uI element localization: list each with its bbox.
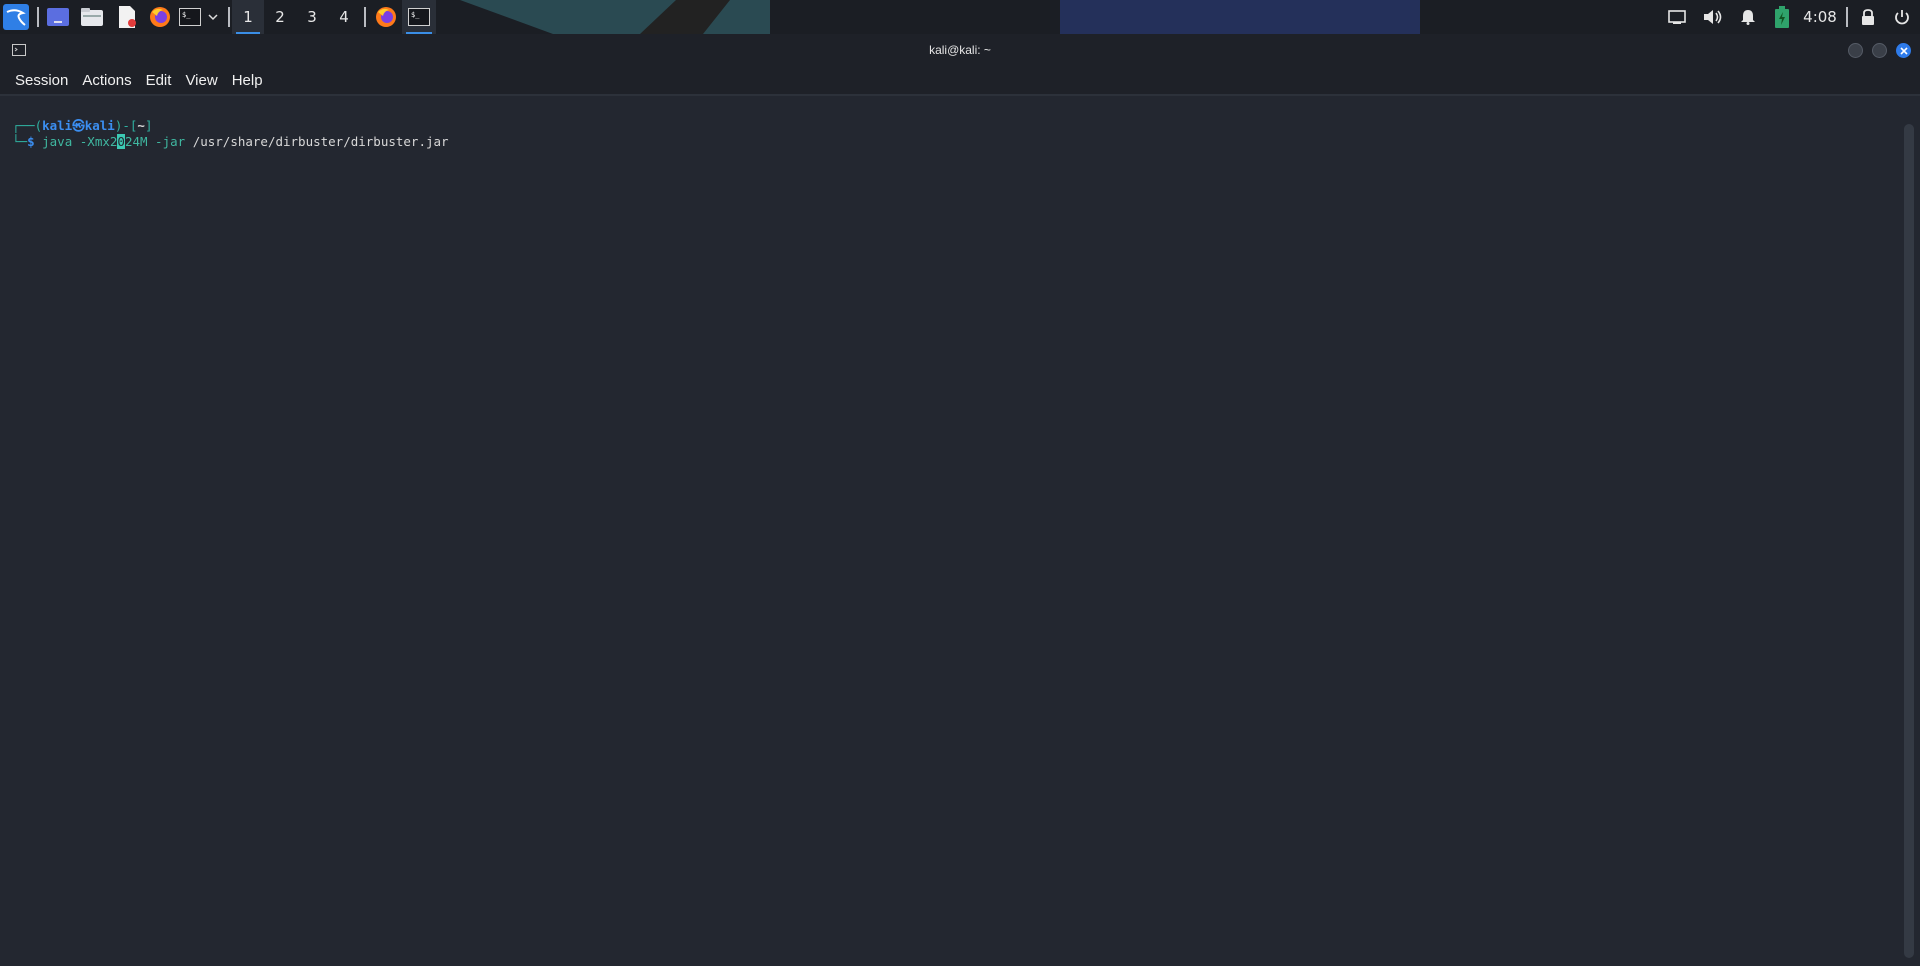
command-dollar: $ [27, 134, 35, 149]
prompt-dir: ~ [137, 118, 145, 133]
minimize-button[interactable] [1848, 43, 1863, 58]
menu-edit[interactable]: Edit [139, 72, 179, 89]
terminal-output[interactable]: ┌──(kali㉿kali)-[~] └─$ java -Xmx2024M -j… [0, 96, 1896, 966]
command-path: /usr/share/dirbuster/dirbuster.jar [192, 134, 449, 149]
firefox-icon [376, 7, 396, 27]
menu-view[interactable]: View [178, 72, 224, 89]
battery-charging-icon [1775, 6, 1789, 28]
wallpaper-fragment [1060, 0, 1420, 34]
prompt-line: ┌──(kali㉿kali)-[~] [12, 118, 152, 134]
file-manager-icon [81, 8, 103, 26]
taskbar: $_ 1 2 3 4 $_ 4:08 [0, 0, 1920, 34]
prompt-host: kali [84, 118, 115, 133]
display-icon [1668, 10, 1686, 24]
kali-menu-button[interactable] [2, 0, 30, 34]
window-titlebar[interactable]: kali@kali: ~ [0, 34, 1920, 66]
workspace-4[interactable]: 4 [328, 0, 360, 34]
taskbar-separator [37, 7, 39, 27]
workspace-1[interactable]: 1 [232, 0, 264, 34]
terminal-scrollbar[interactable] [1904, 124, 1914, 958]
svg-text:$_: $_ [182, 11, 191, 19]
taskbar-separator [1846, 7, 1848, 27]
taskbar-window-terminal[interactable]: $_ [402, 0, 436, 34]
menubar: Session Actions Edit View Help [0, 66, 1920, 94]
workspace-label: 2 [275, 8, 285, 26]
taskbar-window-firefox[interactable] [372, 0, 400, 34]
command-arg-jar: -jar [155, 134, 186, 149]
command-line: └─$ java -Xmx2024M -jar /usr/share/dirbu… [12, 134, 449, 150]
display-tray-button[interactable] [1664, 0, 1690, 34]
terminal-window-icon [12, 44, 26, 56]
lock-icon [1862, 9, 1874, 25]
taskbar-separator [228, 7, 230, 27]
desktop-icon [47, 8, 69, 26]
battery-tray-button[interactable] [1770, 0, 1794, 34]
command-arg-xmx-b: 24M [124, 134, 148, 149]
launcher-dropdown[interactable] [206, 0, 220, 34]
prompt-user: kali [42, 118, 73, 133]
close-icon [1899, 46, 1908, 55]
command-program: java [42, 134, 73, 149]
menu-help[interactable]: Help [225, 72, 270, 89]
logout-button[interactable] [1890, 0, 1914, 34]
terminal-icon: $_ [179, 8, 201, 26]
workspace-label: 3 [307, 8, 317, 26]
maximize-button[interactable] [1872, 43, 1887, 58]
terminal-launcher[interactable]: $_ [178, 0, 202, 34]
terminal-icon: $_ [408, 8, 430, 26]
command-arg-xmx-a: -Xmx2 [79, 134, 118, 149]
command-prefix: └─ [12, 134, 28, 149]
volume-tray-button[interactable] [1700, 0, 1726, 34]
prompt-mid: )-[ [114, 118, 138, 133]
workspace-3[interactable]: 3 [296, 0, 328, 34]
firefox-icon [150, 7, 170, 27]
taskbar-separator [364, 7, 366, 27]
terminal-window: kali@kali: ~ Session Actions Edit View H… [0, 34, 1920, 966]
chevron-down-icon [208, 14, 218, 21]
volume-icon [1704, 10, 1722, 24]
kali-menu-icon [3, 4, 29, 30]
prompt-prefix: ┌──( [12, 118, 43, 133]
menu-actions[interactable]: Actions [75, 72, 138, 89]
text-cursor: 0 [117, 134, 125, 149]
text-editor-icon [119, 6, 136, 28]
prompt-end: ] [144, 118, 153, 133]
svg-text:$_: $_ [411, 11, 420, 19]
workspace-label: 1 [243, 8, 253, 26]
firefox-launcher[interactable] [147, 0, 173, 34]
menu-session[interactable]: Session [8, 72, 75, 89]
workspace-label: 4 [339, 8, 349, 26]
close-button[interactable] [1896, 43, 1911, 58]
show-desktop-button[interactable] [45, 0, 71, 34]
power-icon [1895, 10, 1909, 25]
window-title: kali@kali: ~ [929, 43, 991, 57]
clock[interactable]: 4:08 [1800, 0, 1840, 34]
clock-time: 4:08 [1803, 8, 1837, 26]
lock-screen-button[interactable] [1856, 0, 1880, 34]
workspace-2[interactable]: 2 [264, 0, 296, 34]
bell-icon [1741, 10, 1755, 25]
notifications-tray-button[interactable] [1736, 0, 1760, 34]
text-editor-launcher[interactable] [114, 0, 140, 34]
file-manager-launcher[interactable] [79, 0, 105, 34]
prompt-at: ㉿ [72, 118, 85, 133]
